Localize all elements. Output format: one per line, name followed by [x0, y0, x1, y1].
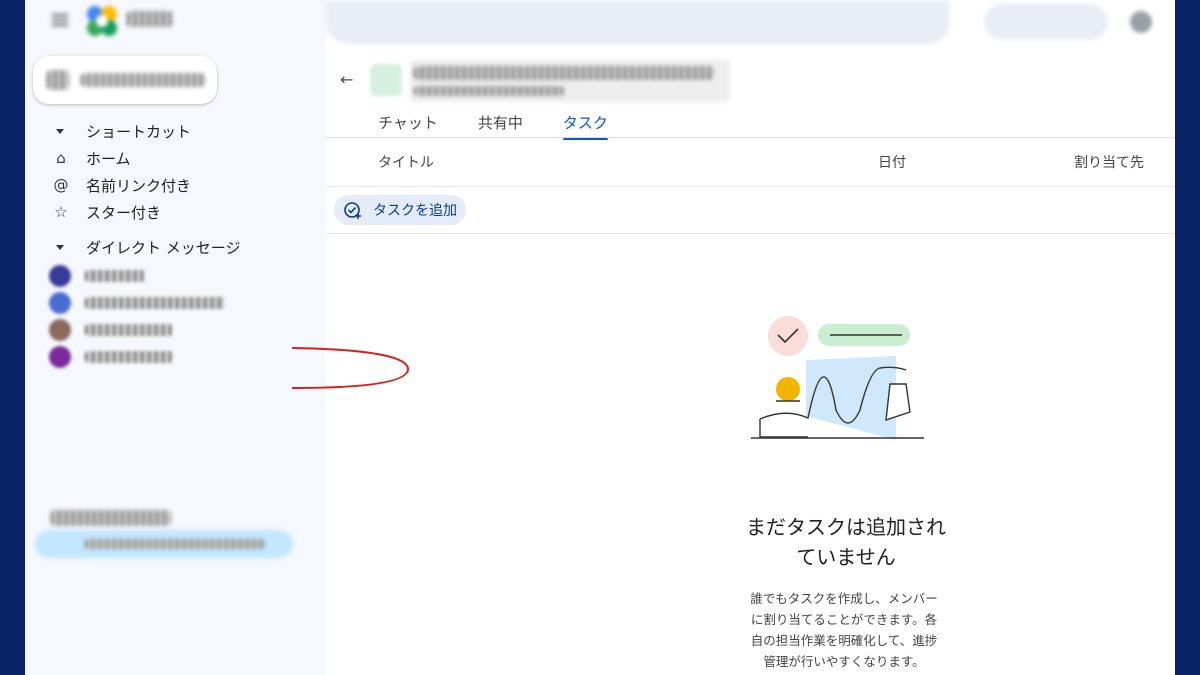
main-menu-icon[interactable]: [51, 12, 69, 28]
empty-state-title-line: まだタスクは追加され: [746, 515, 946, 539]
empty-state-title: まだタスクは追加され ていません: [706, 512, 986, 572]
shortcuts-section-label: ショートカット: [86, 122, 192, 141]
avatar: [49, 292, 71, 314]
empty-state-description-line: に割り当てることができます。各: [750, 612, 938, 627]
empty-state-description-line: 誰でもタスクを作成し、メンバー: [750, 591, 938, 606]
new-chat-icon: [47, 70, 69, 90]
chat-app-window: ショートカット ⌂ ホーム @ 名前リンク付き ☆ スター付き ダイレクト メッ…: [25, 0, 1175, 675]
space-subtitle-line: [414, 86, 564, 96]
column-header-title[interactable]: タイトル: [378, 152, 434, 172]
sidebar-item-mentions[interactable]: @ 名前リンク付き: [25, 172, 325, 198]
caret-down-icon: [56, 244, 64, 250]
shortcuts-section-toggle[interactable]: ショートカット: [25, 118, 325, 144]
sidebar-item-label: 名前リンク付き: [86, 176, 192, 195]
new-chat-button[interactable]: [33, 56, 217, 104]
space-title-line: [414, 66, 714, 80]
sidebar-item-home[interactable]: ⌂ ホーム: [25, 145, 325, 171]
back-arrow-icon[interactable]: ←: [340, 70, 353, 89]
tab-bar: チャット 共有中 タスク: [378, 112, 608, 140]
sidebar: ショートカット ⌂ ホーム @ 名前リンク付き ☆ スター付き ダイレクト メッ…: [25, 0, 326, 675]
empty-state-description-line: 自の担当作業を明確化して、進捗: [750, 633, 938, 648]
dm-name-redacted: [85, 297, 225, 309]
avatar: [49, 346, 71, 368]
tab-shared[interactable]: 共有中: [478, 112, 523, 138]
avatar: [49, 265, 71, 287]
at-sign-icon: @: [53, 176, 69, 194]
dm-item[interactable]: [25, 262, 325, 288]
home-icon: ⌂: [56, 149, 66, 167]
caret-down-icon: [56, 128, 64, 134]
empty-state-description: 誰でもタスクを作成し、メンバー に割り当てることができます。各 自の担当作業を明…: [728, 588, 960, 672]
list-divider: [326, 233, 1175, 234]
star-icon: ☆: [54, 203, 68, 221]
add-task-button[interactable]: タスクを追加: [334, 195, 466, 225]
sidebar-item-label: スター付き: [86, 203, 162, 222]
space-item-selected[interactable]: [35, 530, 293, 558]
main-panel: ← チャット 共有中 タスク タイトル 日付 割り当て先 タスクを追加 まだタス…: [326, 0, 1175, 675]
sidebar-item-label: ホーム: [86, 149, 131, 168]
dm-name-redacted: [85, 270, 145, 282]
dm-item[interactable]: [25, 343, 325, 369]
status-indicator[interactable]: [984, 4, 1108, 40]
header-divider: [326, 186, 1175, 187]
dm-name-redacted: [85, 351, 173, 363]
tab-tasks[interactable]: タスク: [562, 112, 608, 140]
new-chat-label-redacted: [81, 73, 205, 87]
empty-state-title-line: ていません: [796, 545, 896, 569]
space-icon: [370, 64, 402, 96]
add-task-icon: [344, 202, 361, 219]
column-header-assignee[interactable]: 割り当て先: [1074, 152, 1144, 172]
app-name-redacted: [127, 11, 173, 27]
avatar: [49, 319, 71, 341]
empty-tasks-illustration: [751, 316, 924, 440]
search-bar[interactable]: [326, 0, 950, 44]
column-header-date[interactable]: 日付: [878, 152, 906, 172]
spaces-section-redacted[interactable]: [51, 510, 171, 526]
app-logo-icon: [85, 4, 119, 38]
dm-item[interactable]: [25, 316, 325, 342]
account-icon[interactable]: [1126, 8, 1156, 36]
add-task-label: タスクを追加: [373, 203, 457, 219]
empty-state-description-line: 管理が行いやすくなります。: [763, 654, 925, 669]
direct-messages-section-toggle[interactable]: ダイレクト メッセージ: [25, 234, 325, 260]
tab-divider: [326, 137, 1175, 138]
direct-messages-section-label: ダイレクト メッセージ: [86, 238, 241, 257]
dm-name-redacted: [85, 324, 173, 336]
tab-chat[interactable]: チャット: [378, 112, 438, 138]
dm-item[interactable]: [25, 289, 325, 315]
space-name-redacted: [85, 539, 265, 549]
sidebar-item-starred[interactable]: ☆ スター付き: [25, 199, 325, 225]
space-title-redacted: [410, 60, 730, 102]
